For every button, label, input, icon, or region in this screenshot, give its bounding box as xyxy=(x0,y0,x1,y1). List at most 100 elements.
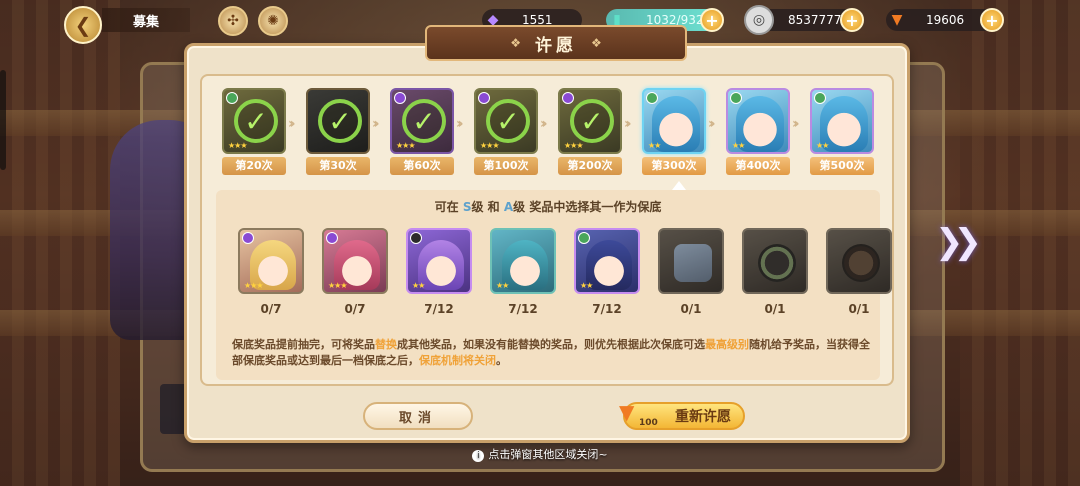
grade-badge-icon xyxy=(394,92,406,104)
desc-highlight: 保底机制将关闭 xyxy=(419,354,496,367)
grade-badge-icon xyxy=(814,92,826,104)
reward-card: ★★★ xyxy=(238,228,304,294)
check-icon: ✓ xyxy=(234,99,278,143)
close-hint: i 点击弹窗其他区域关闭~ xyxy=(0,446,1080,462)
reward-item[interactable]: 0/1 xyxy=(826,228,892,316)
milestone-item[interactable]: ★★ 第300次 xyxy=(642,88,706,175)
star-rating-icon: ★★ xyxy=(580,281,593,290)
milestone-item[interactable]: ★★ 第500次 xyxy=(810,88,874,175)
milestone-label: 第300次 xyxy=(642,157,706,175)
star-rating-icon: ★★★ xyxy=(228,141,247,150)
gift-box-icon xyxy=(674,244,712,282)
milestone-card: ★★ xyxy=(642,88,706,154)
carrot-value: 19606 xyxy=(926,13,965,27)
grade-badge-icon xyxy=(730,92,742,104)
portrait-frame-icon xyxy=(758,244,796,282)
reward-item[interactable]: ★★★ 0/7 xyxy=(322,228,388,316)
desc-text: 成其他奖品，如果没有能替换的奖品，则优先根据此次保底可选 xyxy=(397,338,705,351)
back-arrow-icon[interactable]: ❮ xyxy=(64,6,102,44)
add-coin-button[interactable]: + xyxy=(840,8,864,32)
reward-card xyxy=(826,228,892,294)
reward-card: ★★ xyxy=(574,228,640,294)
star-rating-icon: ★★★ xyxy=(244,281,263,290)
star-rating-icon: ★★ xyxy=(648,141,661,150)
reward-item[interactable]: ★★★ 0/7 xyxy=(238,228,304,316)
reward-item[interactable]: 0/1 xyxy=(658,228,724,316)
milestone-item[interactable]: ★★ 第400次 xyxy=(726,88,790,175)
grade-badge-icon xyxy=(646,92,658,104)
reward-item[interactable]: 0/1 xyxy=(742,228,808,316)
milestone-label: 第200次 xyxy=(558,157,622,175)
rewish-button[interactable]: ▼ 100 重新许愿 xyxy=(619,400,745,430)
milestone-item[interactable]: ✓ ★★★ 第60次 xyxy=(390,88,454,175)
star-rating-icon: ★★★ xyxy=(328,281,347,290)
milestone-item[interactable]: ✓ ★★★ 第200次 xyxy=(558,88,622,175)
desc-highlight: 替换 xyxy=(375,338,397,351)
page-title: 募集 xyxy=(102,8,190,32)
milestone-card: ✓ ★★★ xyxy=(390,88,454,154)
next-page-arrow-icon: ❯❯ xyxy=(935,222,982,262)
milestone-label: 第400次 xyxy=(726,157,790,175)
check-icon: ✓ xyxy=(402,99,446,143)
title-mid: 级 和 xyxy=(471,200,500,214)
milestone-item[interactable]: ✓ ★★★ 第20次 xyxy=(222,88,286,175)
reward-card: ★★ xyxy=(490,228,556,294)
coin-icon: ◎ xyxy=(744,5,774,35)
reward-card: ★★ xyxy=(406,228,472,294)
coin-counter: ◎ 8537777 + xyxy=(744,5,864,35)
carrot-icon: ▼ xyxy=(891,12,903,28)
info-icon: i xyxy=(472,450,485,462)
reward-count: 0/1 xyxy=(680,302,702,316)
wreath-icon[interactable]: ✺ xyxy=(258,6,288,36)
milestone-card: ✓ xyxy=(306,88,370,154)
rewish-cost: 100 xyxy=(639,418,658,428)
chevron-right-icon: ›› xyxy=(624,116,631,132)
clover-icon[interactable]: ✣ xyxy=(218,6,248,36)
wreath-frame-icon xyxy=(842,244,880,282)
reward-item[interactable]: ★★ 7/12 xyxy=(490,228,556,316)
milestone-item[interactable]: ✓ ★★★ 第100次 xyxy=(474,88,538,175)
milestone-card: ★★ xyxy=(810,88,874,154)
star-rating-icon: ★★ xyxy=(496,281,509,290)
add-carrot-button[interactable]: + xyxy=(980,8,1004,32)
chevron-right-icon: ›› xyxy=(540,116,547,132)
grade-s-text: S xyxy=(462,200,472,214)
reward-card xyxy=(742,228,808,294)
star-rating-icon: ★★★ xyxy=(396,141,415,150)
coin-value: 8537777 xyxy=(788,13,842,27)
cancel-button[interactable]: 取消 xyxy=(363,402,473,430)
title-suffix: 级 奖品中选择其一作为保底 xyxy=(513,200,662,214)
milestone-label: 第20次 xyxy=(222,157,286,175)
milestone-card: ★★ xyxy=(726,88,790,154)
wish-dialog: ❖ 许愿 ❖ ✓ ★★★ 第20次 ›› ✓ 第30次 ›› ✓ ★★★ 第60… xyxy=(184,25,910,443)
guarantee-title: 可在 S级 和 A级 奖品中选择其一作为保底 xyxy=(216,198,880,215)
grade-badge-icon xyxy=(478,92,490,104)
reward-item[interactable]: ★★ 7/12 xyxy=(574,228,640,316)
dialog-content: ✓ ★★★ 第20次 ›› ✓ 第30次 ›› ✓ ★★★ 第60次 ›› ✓ … xyxy=(200,74,894,386)
reward-count: 0/1 xyxy=(848,302,870,316)
milestone-label: 第60次 xyxy=(390,157,454,175)
guarantee-panel: 可在 S级 和 A级 奖品中选择其一作为保底 ★★★ 0/7 ★★★ 0/7 ★… xyxy=(216,190,892,380)
reward-count: 0/7 xyxy=(344,302,366,316)
chevron-right-icon: ›› xyxy=(708,116,715,132)
milestone-card: ✓ ★★★ xyxy=(222,88,286,154)
grade-badge-icon xyxy=(226,92,238,104)
milestone-label: 第30次 xyxy=(306,157,370,175)
add-energy-button[interactable]: + xyxy=(700,8,724,32)
title-prefix: 可在 xyxy=(434,200,459,214)
reward-list: ★★★ 0/7 ★★★ 0/7 ★★ 7/12 ★★ 7/12 ★★ 7/12 … xyxy=(238,228,892,328)
reward-count: 7/12 xyxy=(424,302,454,316)
check-icon: ✓ xyxy=(486,99,530,143)
grade-badge-icon xyxy=(562,92,574,104)
milestone-item[interactable]: ✓ 第30次 xyxy=(306,88,370,175)
chevron-right-icon: ›› xyxy=(288,116,295,132)
chevron-right-icon: ›› xyxy=(456,116,463,132)
rewish-label: 重新许愿 xyxy=(675,409,731,425)
ornament-icon: ❖ xyxy=(510,36,521,50)
ornament-icon: ❖ xyxy=(591,36,602,50)
star-rating-icon: ★★ xyxy=(816,141,829,150)
reward-item[interactable]: ★★ 7/12 xyxy=(406,228,472,316)
dialog-header: ❖ 许愿 ❖ xyxy=(425,25,687,61)
desc-highlight: 最高级别 xyxy=(705,338,749,351)
milestone-card: ✓ ★★★ xyxy=(558,88,622,154)
